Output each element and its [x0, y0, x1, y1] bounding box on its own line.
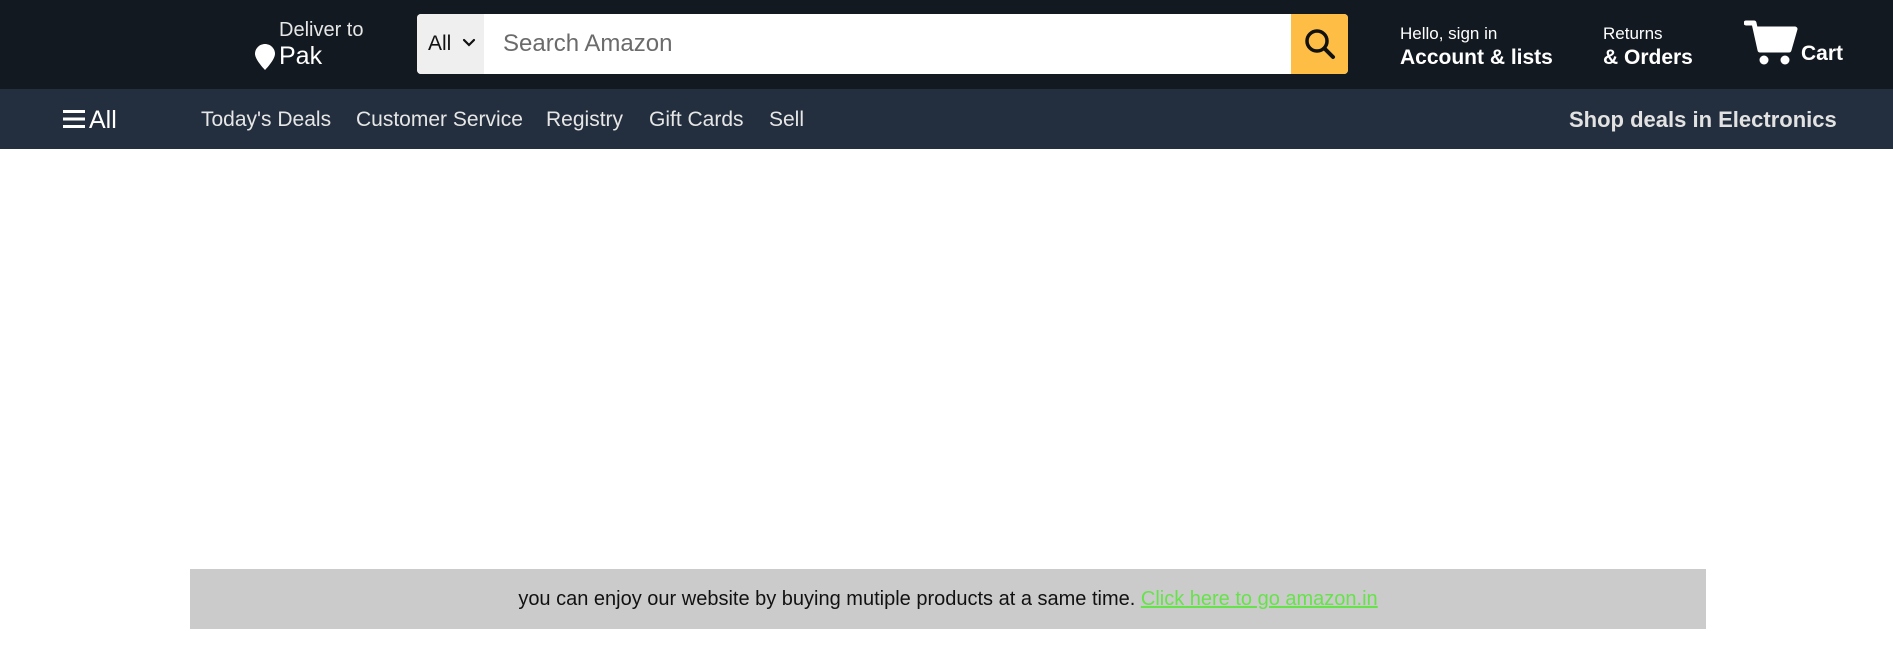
notice-banner: you can enjoy our website by buying muti… [190, 569, 1706, 629]
nav-promo-electronics[interactable]: Shop deals in Electronics [1569, 107, 1837, 133]
amazon-in-link[interactable]: Click here to go amazon.in [1141, 588, 1378, 610]
deliver-to-label: Deliver to [279, 19, 364, 41]
nav-link-registry[interactable]: Registry [546, 108, 623, 132]
chevron-down-icon [462, 38, 476, 47]
search-category-dropdown[interactable]: All [417, 14, 484, 74]
search-button[interactable] [1291, 14, 1348, 74]
top-header: Deliver to Pak All Hello, sign in Accoun… [0, 0, 1893, 89]
nav-all-label: All [89, 106, 117, 134]
cart-icon [1744, 20, 1798, 65]
nav-link-todays-deals[interactable]: Today's Deals [201, 108, 331, 132]
search-category-label: All [428, 32, 452, 55]
hamburger-icon [63, 110, 85, 128]
search-icon [1305, 29, 1335, 59]
account-and-lists[interactable]: Hello, sign in Account & lists [1400, 24, 1553, 70]
search-input[interactable] [484, 14, 1281, 74]
search-bar: All [417, 14, 1348, 74]
cart-button[interactable]: Cart [1744, 18, 1854, 70]
orders-label: & Orders [1603, 46, 1693, 69]
nav-link-gift-cards[interactable]: Gift Cards [649, 108, 744, 132]
nav-link-customer-service[interactable]: Customer Service [356, 108, 523, 132]
account-greeting: Hello, sign in [1400, 24, 1498, 43]
returns-and-orders[interactable]: Returns & Orders [1603, 24, 1693, 70]
nav-link-sell[interactable]: Sell [769, 108, 804, 132]
returns-label: Returns [1603, 24, 1663, 43]
deliver-location: Pak [279, 42, 323, 70]
location-pin-icon [255, 44, 275, 70]
account-label: Account & lists [1400, 46, 1553, 69]
cart-label: Cart [1801, 42, 1844, 65]
deliver-to-location[interactable]: Deliver to Pak [255, 18, 375, 70]
notice-text: you can enjoy our website by buying muti… [518, 588, 1141, 610]
nav-bar: All Today's Deals Customer Service Regis… [0, 89, 1893, 149]
